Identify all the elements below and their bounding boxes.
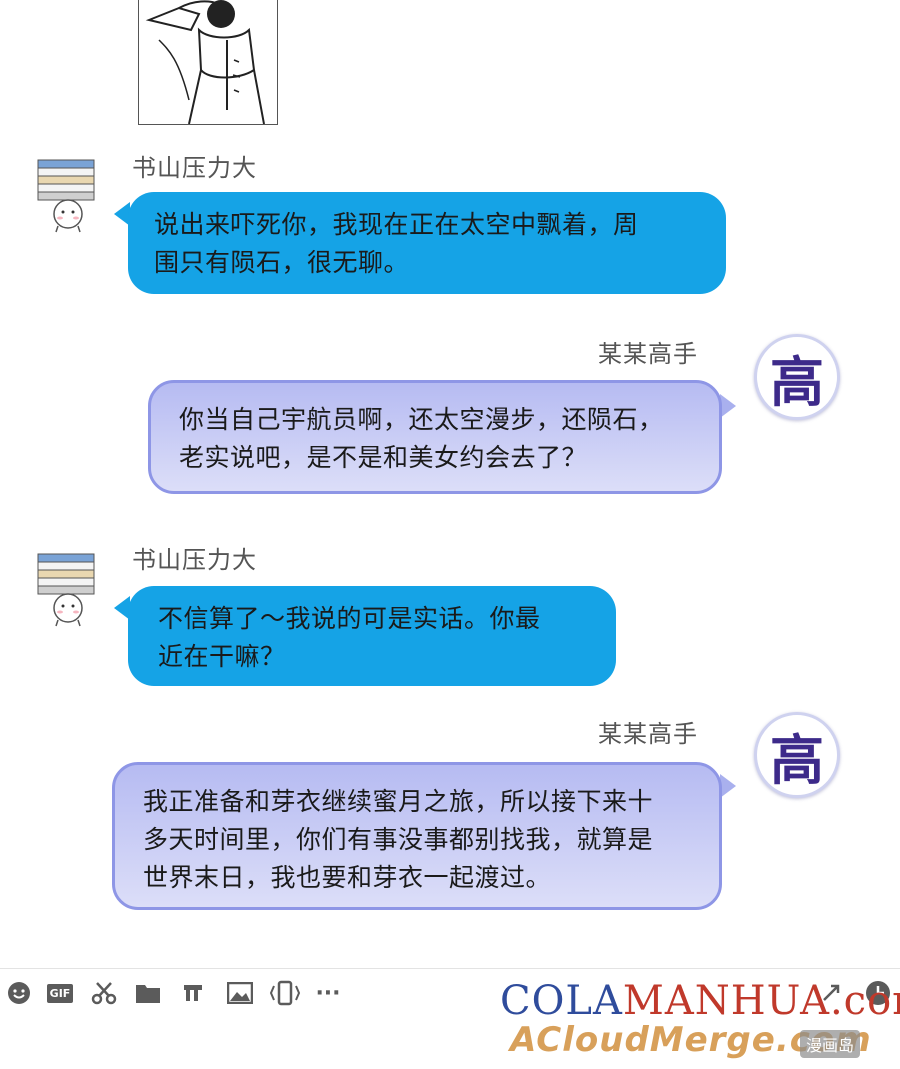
message-line: 围只有陨石，很无聊。: [154, 248, 410, 277]
message-line: 说出来吓死你，我现在正在太空中飘着，周: [154, 210, 639, 239]
bubble-tail: [720, 394, 736, 418]
sender-name: 某某高手: [598, 720, 698, 748]
sender-name: 书山压力大: [132, 546, 257, 574]
watermark-part: COLA: [500, 978, 623, 1024]
gao-avatar-icon[interactable]: 高: [754, 712, 840, 798]
books-avatar-icon[interactable]: [34, 552, 98, 628]
smiley-icon[interactable]: [6, 979, 32, 1007]
message-line: 近在干嘛？: [158, 642, 286, 671]
image-icon[interactable]: [226, 979, 254, 1007]
manga-panel-image: [138, 0, 278, 125]
message-line: 世界末日，我也要和芽衣一起渡过。: [143, 863, 552, 892]
message-line: 你当自己宇航员啊，还太空漫步，还陨石，: [179, 405, 664, 434]
message-line: 老实说吧，是不是和美女约会去了？: [179, 443, 588, 472]
more-icon[interactable]: ···: [312, 979, 344, 1007]
folder-icon[interactable]: [134, 979, 162, 1007]
books-avatar-icon[interactable]: [34, 158, 98, 234]
bubble-tail: [720, 774, 736, 798]
message-line: 我正准备和芽衣继续蜜月之旅，所以接下来十: [143, 787, 654, 816]
message-bubble[interactable]: 你当自己宇航员啊，还太空漫步，还陨石， 老实说吧，是不是和美女约会去了？: [148, 380, 722, 494]
sender-name: 某某高手: [598, 340, 698, 368]
message-line: 多天时间里，你们有事没事都别找我，就算是: [143, 825, 654, 854]
gif-label: GIF: [46, 983, 74, 1003]
scissors-icon[interactable]: [90, 979, 118, 1007]
message-bubble[interactable]: 说出来吓死你，我现在正在太空中飘着，周 围只有陨石，很无聊。: [128, 192, 726, 294]
shake-icon[interactable]: [268, 979, 302, 1007]
watermark-part: MANHUA.com: [622, 978, 900, 1024]
sender-name: 书山压力大: [132, 154, 257, 182]
message-bubble[interactable]: 我正准备和芽衣继续蜜月之旅，所以接下来十 多天时间里，你们有事没事都别找我，就算…: [112, 762, 722, 910]
gif-icon[interactable]: GIF: [46, 979, 74, 1007]
message-bubble[interactable]: 不信算了～我说的可是实话。你最 近在干嘛？: [128, 586, 616, 686]
message-line: 不信算了～我说的可是实话。你最: [158, 604, 541, 633]
music-icon[interactable]: [180, 979, 206, 1007]
gao-avatar-icon[interactable]: 高: [754, 334, 840, 420]
watermark-colamanhua: COLAMANHUA.com: [500, 978, 900, 1024]
watermark-badge: 漫画岛: [800, 1030, 861, 1058]
